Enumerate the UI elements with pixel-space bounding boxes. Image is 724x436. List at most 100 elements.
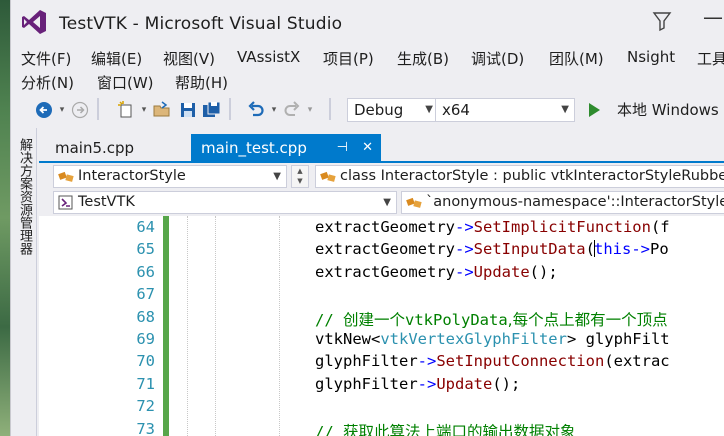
menu-nsight[interactable]: Nsight [627, 48, 675, 66]
code-line[interactable]: extractGeometry->Update(); [315, 263, 558, 281]
code-line[interactable]: // 获取此算法上端口的输出数据对象 [315, 420, 576, 436]
back-dropdown-icon[interactable]: ▾ [57, 98, 67, 122]
menu-edit[interactable]: 编辑(E) [91, 48, 142, 69]
title-bar: TestVTK - Microsoft Visual Studio — [11, 0, 724, 44]
code-token: SetInputData [473, 240, 586, 259]
new-project-button[interactable] [115, 98, 137, 122]
menu-bar: 文件(F) 编辑(E) 视图(V) VAssistX 项目(P) 生成(B) 调… [11, 44, 724, 92]
code-token: -> [454, 218, 474, 236]
code-token: -> [454, 262, 474, 281]
menu-vassistx[interactable]: VAssistX [237, 48, 300, 66]
tab-main5-cpp[interactable]: main5.cpp [45, 134, 185, 162]
code-token: this [593, 240, 632, 259]
code-line[interactable]: vtkNew<vtkVertexGlyphFilter> glyphFilt [315, 330, 670, 348]
code-token: SetInputConnection [436, 352, 605, 371]
start-debugging-label[interactable]: 本地 Windows 调 [617, 99, 724, 120]
solution-configuration-select[interactable]: Debug ▼ [347, 98, 439, 122]
undo-dropdown-icon[interactable]: ▾ [269, 98, 279, 122]
project-select[interactable]: TestVTK ▼ [53, 191, 397, 214]
desktop-background [0, 0, 10, 436]
project-select-value: TestVTK [78, 194, 135, 210]
indicator-margin[interactable] [39, 216, 75, 436]
redo-button [281, 98, 303, 122]
code-token: extractGeometry [315, 240, 455, 259]
line-number: 64 [136, 218, 155, 236]
code-token: Update [473, 262, 530, 281]
menu-help[interactable]: 帮助(H) [175, 72, 228, 93]
minimize-button[interactable]: — [703, 4, 724, 30]
scope-select[interactable]: `anonymous-namespace'::InteractorStyle [401, 191, 724, 214]
tab-main-test-cpp[interactable]: main_test.cpp ⊣ ✕ [191, 134, 381, 162]
change-tracking-bar [163, 216, 169, 436]
visual-studio-logo-icon [22, 10, 46, 34]
menu-project[interactable]: 项目(P) [323, 48, 374, 69]
pin-tab-icon[interactable]: ⊣ [337, 140, 348, 155]
chevron-down-icon: ▼ [561, 104, 569, 115]
save-all-icon [203, 101, 221, 117]
solution-platform-select[interactable]: x64 ▼ [435, 98, 575, 122]
menu-team[interactable]: 团队(M) [549, 48, 604, 69]
new-dropdown-icon[interactable]: ▾ [139, 98, 149, 122]
feedback-filter-icon[interactable] [651, 10, 673, 32]
line-number: 66 [136, 262, 155, 281]
code-token: Update [436, 374, 493, 393]
save-icon [181, 103, 195, 117]
menu-build[interactable]: 生成(B) [397, 48, 449, 69]
toolbar-separator [229, 98, 231, 120]
tab-label: main_test.cpp [201, 139, 307, 157]
menu-tools[interactable]: 工具 [697, 48, 724, 69]
code-token: Po [649, 240, 669, 259]
navigate-back-button[interactable] [33, 98, 55, 122]
line-number: 67 [136, 285, 155, 304]
toolbar-separator [97, 98, 99, 120]
project-icon [58, 195, 73, 210]
new-project-icon [118, 101, 132, 118]
code-token: glyphFilter [315, 374, 418, 393]
code-token: -> [454, 240, 474, 259]
class-icon [58, 171, 74, 182]
platform-value: x64 [442, 101, 470, 119]
code-token: extractGeometry [315, 262, 455, 281]
definition-select[interactable]: class InteractorStyle : public vtkIntera… [315, 165, 724, 188]
solution-explorer-side-tab[interactable]: 解决方案资源管理器 [11, 128, 37, 436]
indent-guide [215, 216, 216, 436]
back-arrow-icon [36, 102, 52, 118]
class-select[interactable]: InteractorStyle ▼ [53, 165, 287, 188]
visual-studio-window: TestVTK - Microsoft Visual Studio — 文件(F… [10, 0, 724, 436]
code-token: (extrac [604, 352, 670, 371]
standard-toolbar: ▾ ▾ ▾ ▾ Debug ▼ x64 ▼ 本地 Windows [11, 94, 724, 126]
undo-button[interactable] [245, 98, 267, 122]
save-all-button[interactable] [201, 98, 223, 122]
line-number: 65 [136, 240, 155, 259]
chevron-down-icon: ▼ [383, 197, 391, 208]
code-editor[interactable]: 64 65 66 67 68 69 70 71 72 73 extractGeometry->Se… [39, 216, 724, 436]
play-icon [589, 103, 600, 117]
start-debugging-button[interactable] [583, 98, 605, 122]
code-line[interactable]: glyphFilter->SetInputConnection(extrac [315, 352, 670, 370]
code-line[interactable]: extractGeometry->SetImplicitFunction(f [315, 218, 670, 236]
code-line[interactable]: extractGeometry->SetInputData(this->Po [315, 240, 669, 258]
line-number: 69 [136, 330, 155, 348]
menu-analyze[interactable]: 分析(N) [21, 72, 74, 93]
line-number: 70 [136, 352, 155, 371]
code-line[interactable]: glyphFilter->Update(); [315, 375, 520, 393]
menu-debug[interactable]: 调试(D) [471, 48, 524, 69]
document-tab-strip: main5.cpp main_test.cpp ⊣ ✕ [39, 134, 724, 162]
code-token: -> [417, 374, 437, 393]
code-token: -> [631, 240, 650, 259]
menu-window[interactable]: 窗口(W) [97, 72, 154, 93]
code-token: vtkNew< [315, 330, 381, 348]
menu-view[interactable]: 视图(V) [163, 48, 215, 69]
navigation-bar-scope: TestVTK ▼ `anonymous-namespace'::Interac… [39, 190, 724, 216]
code-line[interactable]: // 创建一个vtkPolyData,每个点上都有一个顶点 [315, 308, 668, 330]
solution-explorer-label: 解决方案资源管理器 [17, 138, 32, 255]
menu-file[interactable]: 文件(F) [21, 48, 71, 69]
code-token: SetImplicitFunction [473, 218, 651, 236]
line-number: 71 [136, 374, 155, 393]
save-button[interactable] [177, 98, 199, 122]
code-token: glyphFilter [315, 352, 418, 371]
code-token: (); [492, 374, 521, 393]
open-file-button[interactable] [151, 98, 173, 122]
nav-spin-buttons[interactable]: ▲ ▼ [291, 165, 309, 188]
close-tab-icon[interactable]: ✕ [362, 140, 373, 155]
